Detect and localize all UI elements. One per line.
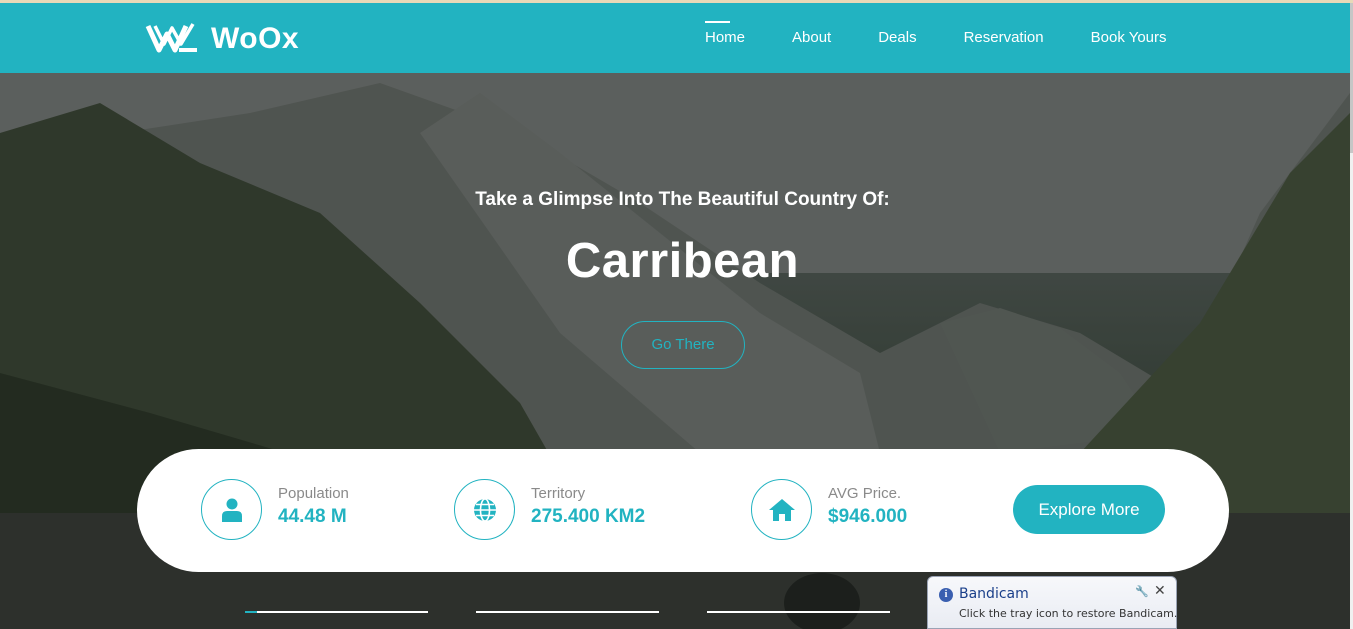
slider-indicator-2[interactable] [476,611,659,613]
woox-logo-icon [145,23,197,53]
go-there-button[interactable]: Go There [621,321,745,369]
nav-deals[interactable]: Deals [878,3,916,73]
bandicam-notification[interactable]: i Bandicam 🔧 ✕ Click the tray icon to re… [927,576,1177,629]
main-nav: Home About Deals Reservation Book Yours [705,3,1214,73]
brand-name: WoOx [211,22,300,55]
explore-more-button[interactable]: Explore More [1013,485,1165,534]
slider-progress [245,611,257,613]
nav-about[interactable]: About [792,3,831,73]
stat-value: $946.000 [828,506,908,527]
brand-logo[interactable]: WoOx [145,20,299,58]
stat-label: Territory [531,485,586,502]
home-icon [751,479,812,540]
stat-avg-price: AVG Price. $946.000 [751,479,907,540]
notification-title: Bandicam [959,586,1029,602]
hero-banner: Take a Glimpse Into The Beautiful Countr… [0,73,1350,629]
nav-home[interactable]: Home [705,3,745,73]
slider-indicator-3[interactable] [707,611,890,613]
stats-panel: Population 44.48 M Territory 275.400 KM2 [137,449,1229,572]
stat-value: 275.400 KM2 [531,506,646,527]
pin-icon[interactable]: 🔧 [1135,585,1149,598]
hero-title: Carribean [565,234,800,288]
nav-book-yours[interactable]: Book Yours [1091,3,1167,73]
close-icon[interactable]: ✕ [1154,583,1166,599]
user-icon [201,479,262,540]
stat-value: 44.48 M [278,506,347,527]
stat-label: AVG Price. [828,485,902,502]
stat-territory: Territory 275.400 KM2 [454,479,645,540]
site-header: WoOx Home About Deals Reservation Book Y… [0,3,1350,73]
stat-population: Population 44.48 M [201,479,349,540]
info-icon: i [939,588,953,602]
globe-icon [454,479,515,540]
notification-message: Click the tray icon to restore Bandicam. [959,607,1178,620]
hero-subtitle: Take a Glimpse Into The Beautiful Countr… [475,189,890,210]
nav-reservation[interactable]: Reservation [964,3,1044,73]
slider-indicator-1[interactable] [245,611,428,613]
stat-label: Population [278,485,349,502]
